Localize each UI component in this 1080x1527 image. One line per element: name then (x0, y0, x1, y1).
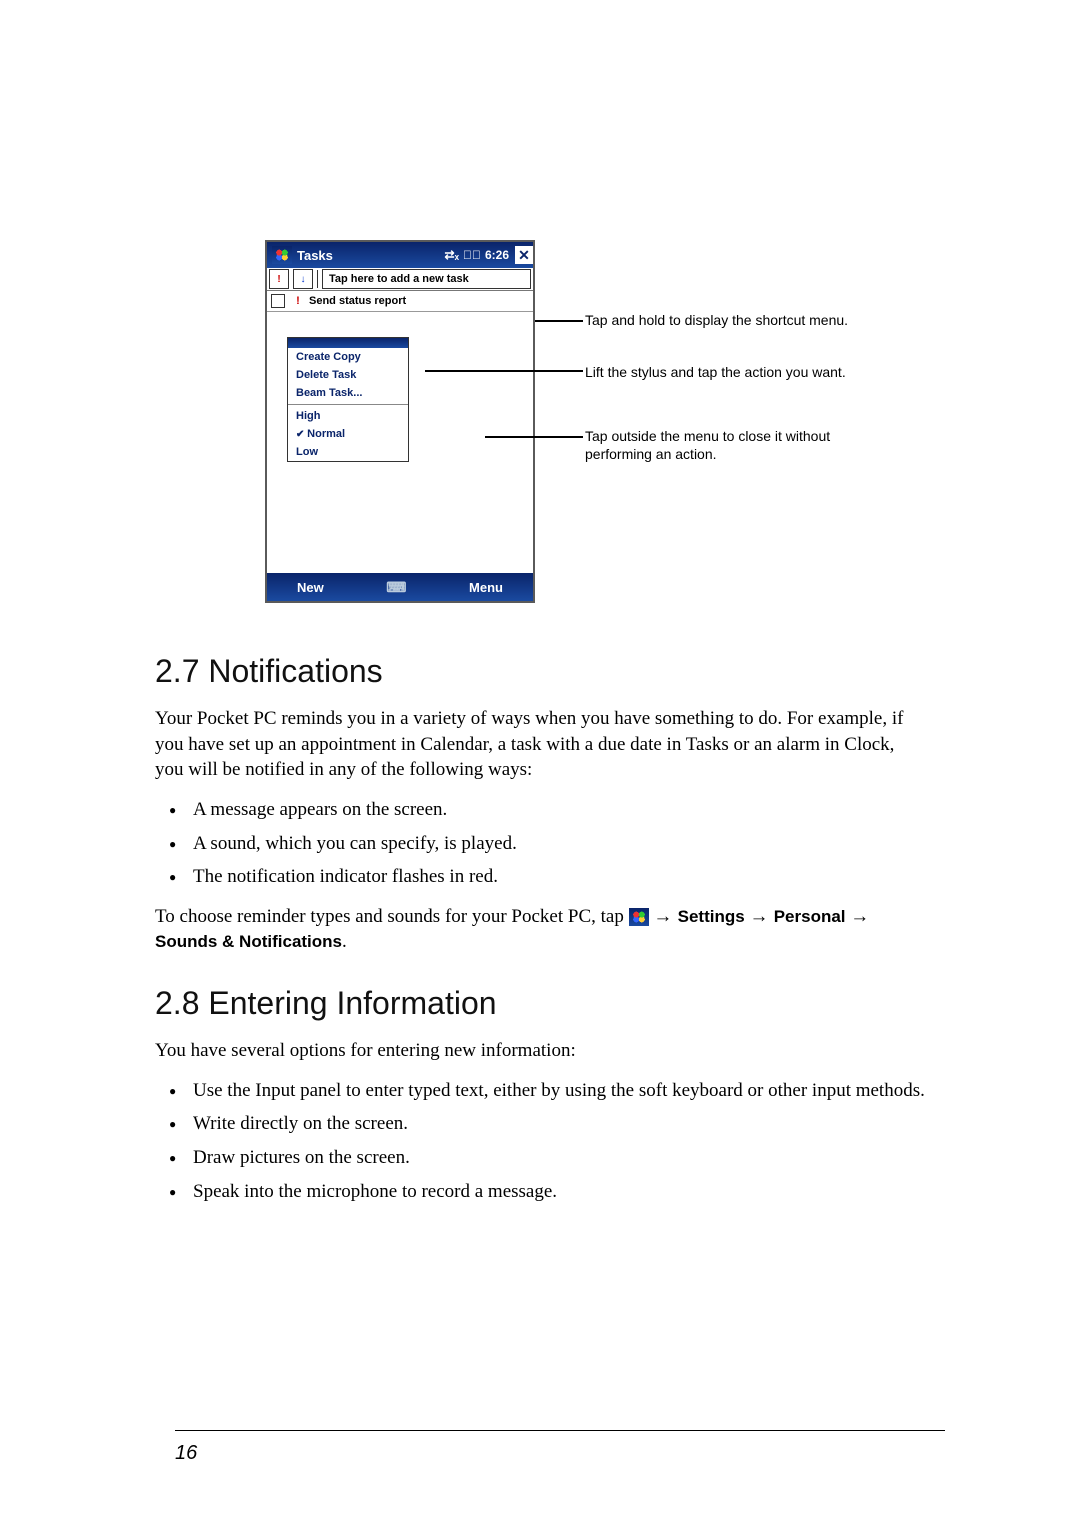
softkey-menu[interactable]: Menu (469, 580, 503, 595)
menu-priority-low[interactable]: Low (288, 443, 408, 461)
arrow-icon: → (850, 906, 869, 927)
start-flag-icon[interactable] (271, 244, 293, 266)
bullet-list: Use the Input panel to enter typed text,… (155, 1078, 925, 1205)
toolbar: ! ↓ Tap here to add a new task (267, 268, 533, 291)
list-item: Draw pictures on the screen. (155, 1145, 925, 1171)
device-screenshot: Tasks ⇄ₓ ◀༹ 6:26 ✕ ! ↓ Tap here to add a… (265, 240, 535, 603)
keyboard-icon[interactable]: ⌨ (386, 579, 406, 596)
start-icon (629, 908, 649, 926)
list-item: A message appears on the screen. (155, 797, 925, 823)
footer-rule (175, 1430, 945, 1431)
task-label: Send status report (309, 295, 406, 307)
menu-beam-task[interactable]: Beam Task... (288, 384, 408, 402)
page-number: 16 (175, 1442, 197, 1465)
figure-row: Tasks ⇄ₓ ◀༹ 6:26 ✕ ! ↓ Tap here to add a… (265, 240, 925, 603)
arrow-icon: → (749, 906, 773, 927)
label-settings: Settings (678, 907, 745, 926)
page-container: Tasks ⇄ₓ ◀༹ 6:26 ✕ ! ↓ Tap here to add a… (0, 0, 1080, 1527)
list-item: A sound, which you can specify, is playe… (155, 831, 925, 857)
titlebar: Tasks ⇄ₓ ◀༹ 6:26 ✕ (267, 242, 533, 268)
menu-delete-task[interactable]: Delete Task (288, 366, 408, 384)
label-personal: Personal (774, 907, 846, 926)
paragraph: Your Pocket PC reminds you in a variety … (155, 706, 925, 783)
menu-create-copy[interactable]: Create Copy (288, 348, 408, 366)
list-item: Write directly on the screen. (155, 1111, 925, 1137)
new-task-input[interactable]: Tap here to add a new task (322, 269, 531, 289)
status-area: ⇄ₓ ◀༹ 6:26 (445, 248, 509, 262)
label-sounds-notifications: Sounds & Notifications (155, 932, 342, 951)
heading-entering-information: 2.8 Entering Information (155, 985, 925, 1022)
priority-indicator: ! (293, 295, 303, 307)
app-title: Tasks (297, 248, 333, 263)
menu-priority-normal[interactable]: Normal (288, 425, 408, 443)
paragraph: You have several options for entering ne… (155, 1038, 925, 1064)
content-area: Tasks ⇄ₓ ◀༹ 6:26 ✕ ! ↓ Tap here to add a… (155, 240, 925, 1204)
volume-icon: ◀༹ (463, 248, 481, 262)
heading-notifications: 2.7 Notifications (155, 653, 925, 690)
sort-desc-button[interactable]: ↓ (293, 269, 313, 289)
paragraph-settings-path: To choose reminder types and sounds for … (155, 904, 925, 955)
callouts: Tap and hold to display the shortcut men… (565, 240, 885, 603)
close-icon[interactable]: ✕ (515, 246, 533, 264)
task-row[interactable]: ! Send status report (267, 291, 533, 312)
callout-shortcut-menu: Tap and hold to display the shortcut men… (585, 312, 865, 330)
checkbox-icon[interactable] (271, 294, 285, 308)
connectivity-icon: ⇄ₓ (445, 248, 459, 262)
toolbar-separator (317, 270, 318, 288)
list-item: The notification indicator flashes in re… (155, 864, 925, 890)
clock: 6:26 (485, 248, 509, 262)
context-menu: Create Copy Delete Task Beam Task... Hig… (287, 337, 409, 462)
context-menu-header (288, 338, 408, 348)
callout-tap-outside: Tap outside the menu to close it without… (585, 428, 865, 463)
callout-tap-action: Lift the stylus and tap the action you w… (585, 364, 865, 382)
menu-priority-high[interactable]: High (288, 407, 408, 425)
list-item: Speak into the microphone to record a me… (155, 1179, 925, 1205)
bullet-list: A message appears on the screen. A sound… (155, 797, 925, 890)
sort-asc-button[interactable]: ! (269, 269, 289, 289)
softkey-new[interactable]: New (297, 580, 324, 595)
arrow-icon: → (653, 906, 677, 927)
list-item: Use the Input panel to enter typed text,… (155, 1078, 925, 1104)
menu-separator (288, 404, 408, 405)
softkey-bar: New ⌨ Menu (267, 573, 533, 601)
